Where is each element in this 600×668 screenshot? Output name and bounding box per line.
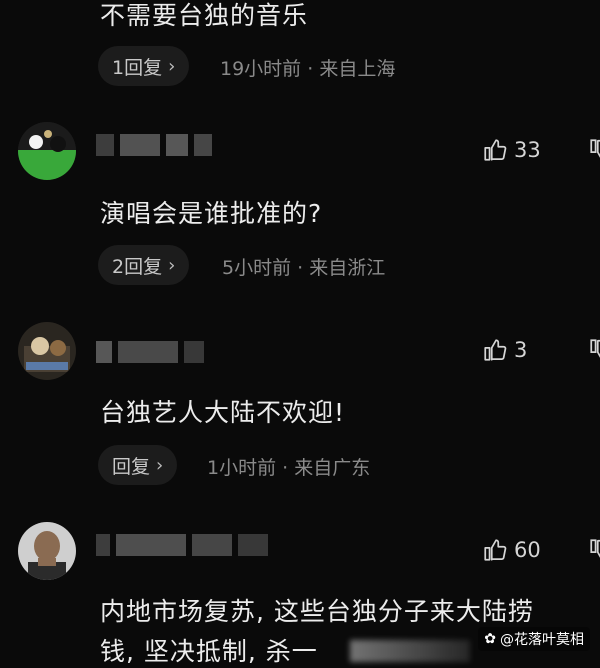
meta-separator: · bbox=[297, 257, 304, 279]
comment-text: 不需要台独的音乐 bbox=[100, 1, 309, 30]
redaction-block bbox=[120, 134, 160, 156]
dislike-icon[interactable] bbox=[588, 337, 600, 367]
avatar[interactable] bbox=[18, 522, 76, 580]
chevron-right-icon: › bbox=[156, 454, 164, 476]
avatar[interactable] bbox=[18, 122, 76, 180]
avatar-image bbox=[18, 122, 76, 180]
username-redacted[interactable] bbox=[96, 134, 212, 158]
meta-separator: · bbox=[282, 457, 289, 479]
comment-meta: 19小时前 · 来自上海 bbox=[220, 54, 395, 81]
chevron-right-icon: › bbox=[168, 254, 176, 276]
like-button[interactable]: 3 bbox=[482, 337, 527, 363]
comment-time: 19小时前 bbox=[220, 58, 302, 80]
reply-label: 回复 bbox=[112, 455, 151, 478]
comment-location: 来自上海 bbox=[319, 58, 396, 80]
reply-button[interactable]: 回复 › bbox=[98, 445, 178, 485]
redaction-block bbox=[96, 134, 114, 156]
redaction-block bbox=[96, 341, 112, 363]
meta-separator: · bbox=[307, 58, 314, 80]
watermark-icon: ✿ bbox=[484, 631, 496, 647]
like-count: 3 bbox=[514, 338, 528, 362]
username-redacted[interactable] bbox=[96, 341, 204, 365]
comment-location: 来自广东 bbox=[294, 457, 371, 479]
dislike-icon[interactable] bbox=[588, 137, 600, 167]
dislike-icon[interactable] bbox=[588, 537, 600, 567]
reply-label: 1回复 bbox=[112, 56, 163, 79]
reply-button[interactable]: 1回复 › bbox=[98, 46, 190, 86]
redaction-block bbox=[184, 341, 204, 363]
thumbs-up-icon bbox=[484, 139, 507, 161]
thumbs-down-icon bbox=[590, 339, 600, 358]
thumbs-down-icon bbox=[590, 539, 600, 558]
comment-text-line: 内地市场复苏, 这些台独分子来大陆捞 bbox=[100, 597, 534, 626]
comment-meta: 5小时前 · 来自浙江 bbox=[222, 253, 385, 280]
redaction-block bbox=[96, 534, 110, 556]
avatar[interactable] bbox=[18, 322, 76, 380]
comment-time: 1小时前 bbox=[207, 457, 277, 479]
like-button[interactable]: 60 bbox=[482, 537, 541, 563]
thumbs-up-icon bbox=[484, 339, 507, 361]
avatar-image bbox=[18, 322, 76, 380]
watermark-text: @花落叶莫相 bbox=[500, 632, 584, 648]
comment-text: 演唱会是谁批准的? bbox=[100, 199, 323, 228]
comment-meta: 1小时前 · 来自广东 bbox=[207, 453, 370, 480]
avatar-image bbox=[18, 522, 76, 580]
comment-time: 5小时前 bbox=[222, 257, 292, 279]
like-count: 60 bbox=[514, 538, 541, 562]
blurred-text bbox=[350, 640, 470, 662]
comment-text: 台独艺人大陆不欢迎! bbox=[100, 398, 346, 427]
username-redacted[interactable] bbox=[96, 534, 268, 558]
redaction-block bbox=[238, 534, 268, 556]
reply-label: 2回复 bbox=[112, 255, 163, 278]
reply-button[interactable]: 2回复 › bbox=[98, 245, 190, 285]
redaction-block bbox=[194, 134, 212, 156]
thumbs-down-icon bbox=[590, 139, 600, 158]
redaction-block bbox=[116, 534, 186, 556]
redaction-block bbox=[192, 534, 232, 556]
like-count: 33 bbox=[514, 138, 541, 162]
chevron-right-icon: › bbox=[168, 55, 176, 77]
thumbs-up-icon bbox=[484, 539, 507, 561]
like-button[interactable]: 33 bbox=[482, 137, 541, 163]
redaction-block bbox=[166, 134, 188, 156]
redaction-block bbox=[118, 341, 178, 363]
watermark: ✿ @花落叶莫相 bbox=[478, 627, 590, 651]
comment-location: 来自浙江 bbox=[309, 257, 386, 279]
